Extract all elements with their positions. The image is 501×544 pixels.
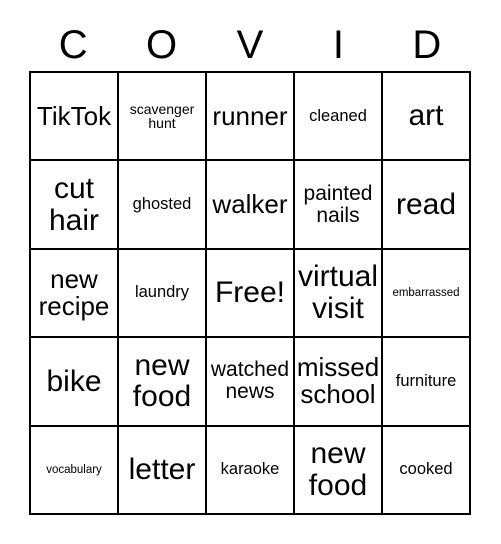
bingo-cell[interactable]: missed school xyxy=(295,338,383,427)
header-letter-3: V xyxy=(236,22,264,67)
bingo-cell-label: laundry xyxy=(134,283,190,302)
bingo-cell-label: painted nails xyxy=(303,181,373,227)
bingo-cell[interactable]: cooked xyxy=(383,426,471,515)
bingo-cell[interactable]: virtual visit xyxy=(295,249,383,339)
bingo-cell[interactable]: watched news xyxy=(207,338,295,427)
bingo-cell[interactable]: art xyxy=(383,73,471,162)
bingo-cell[interactable]: embarrassed xyxy=(383,249,471,339)
bingo-cell-label: cut hair xyxy=(48,172,100,237)
bingo-cell-label: letter xyxy=(128,453,196,487)
bingo-cell-label: new food xyxy=(308,437,368,502)
bingo-cell[interactable]: laundry xyxy=(119,249,207,339)
bingo-cell[interactable]: new recipe xyxy=(31,249,119,339)
header-letter-5: D xyxy=(412,22,442,67)
bingo-cell-label: karaoke xyxy=(220,460,280,479)
bingo-header: C O V I D xyxy=(29,18,471,71)
bingo-cell-label: cleaned xyxy=(309,106,367,125)
bingo-cell[interactable]: scavenger hunt xyxy=(119,73,207,162)
bingo-cell-label: cooked xyxy=(399,460,453,479)
bingo-cell-free[interactable]: Free! xyxy=(207,249,295,339)
bingo-cell-label: art xyxy=(408,99,444,133)
bingo-cell-label: read xyxy=(395,187,457,221)
bingo-cell-label: missed school xyxy=(296,352,380,410)
bingo-cell[interactable]: TikTok xyxy=(31,73,119,162)
header-letter-2: O xyxy=(146,22,178,67)
bingo-cell-label: embarrassed xyxy=(392,286,460,299)
bingo-cell-label: ghosted xyxy=(132,194,192,213)
bingo-cell-label: furniture xyxy=(395,371,457,390)
bingo-cell-label: new recipe xyxy=(38,263,110,321)
bingo-grid: TikTok scavenger hunt runner cleaned art… xyxy=(29,71,471,515)
bingo-cell[interactable]: vocabulary xyxy=(31,426,119,515)
bingo-cell[interactable]: cleaned xyxy=(295,73,383,162)
bingo-cell-label: watched news xyxy=(210,358,290,404)
bingo-cell[interactable]: cut hair xyxy=(31,161,119,250)
bingo-cell-label: bike xyxy=(46,364,102,398)
bingo-cell-label: vocabulary xyxy=(46,463,102,476)
bingo-cell[interactable]: new food xyxy=(119,338,207,427)
bingo-cell-label: virtual visit xyxy=(297,260,379,325)
bingo-cell[interactable]: karaoke xyxy=(207,426,295,515)
bingo-cell[interactable]: runner xyxy=(207,73,295,162)
bingo-card: C O V I D TikTok scavenger hunt runner c… xyxy=(0,0,501,544)
bingo-cell[interactable]: furniture xyxy=(383,338,471,427)
bingo-cell-label: walker xyxy=(212,188,288,219)
bingo-cell[interactable]: new food xyxy=(295,426,383,515)
bingo-cell-label: TikTok xyxy=(36,100,112,131)
bingo-cell[interactable]: painted nails xyxy=(295,161,383,250)
bingo-cell[interactable]: walker xyxy=(207,161,295,250)
bingo-cell[interactable]: bike xyxy=(31,338,119,427)
header-letter-4: I xyxy=(332,22,344,67)
header-letter-1: C xyxy=(58,22,88,67)
bingo-cell[interactable]: ghosted xyxy=(119,161,207,250)
bingo-cell-label: new food xyxy=(132,348,192,414)
bingo-cell[interactable]: letter xyxy=(119,426,207,515)
bingo-cell[interactable]: read xyxy=(383,161,471,250)
bingo-cell-label: Free! xyxy=(214,276,286,310)
bingo-cell-label: runner xyxy=(212,100,288,131)
bingo-cell-label: scavenger hunt xyxy=(129,100,195,132)
